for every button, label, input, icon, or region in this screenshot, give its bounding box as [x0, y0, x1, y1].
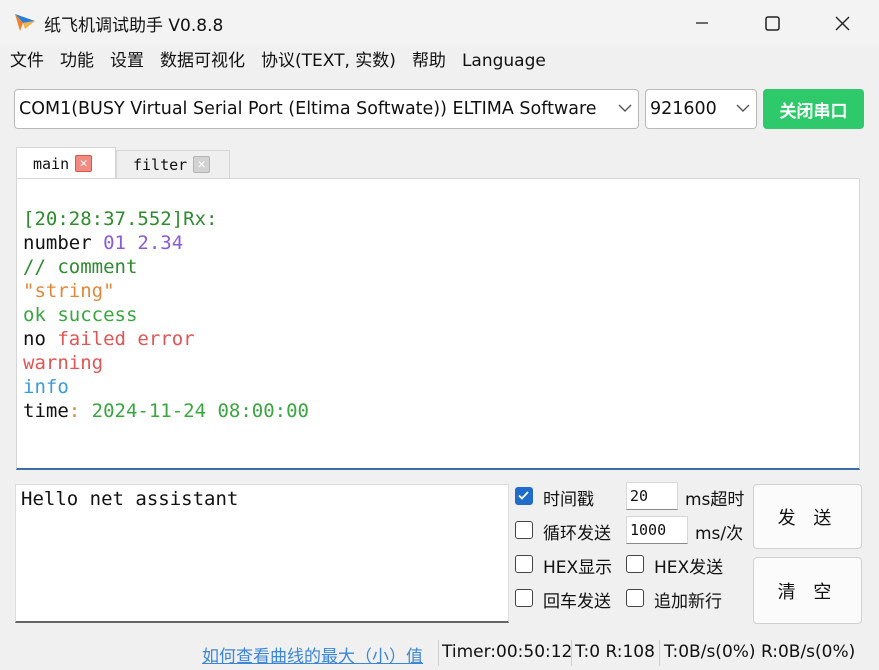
minimize-icon: [696, 22, 708, 24]
status-counts: T:0 R:108: [575, 642, 655, 662]
close-button[interactable]: [813, 0, 871, 46]
checkmark-icon: [518, 491, 529, 500]
baud-select-value: 921600: [650, 99, 717, 119]
output-segment: // comment: [23, 256, 138, 278]
append-newline-label: 追加新行: [654, 592, 722, 612]
loop-unit-label: ms/次: [695, 524, 744, 544]
maximize-icon: [764, 15, 780, 31]
hex-display-label: HEX显示: [543, 558, 613, 578]
output-line: warning: [23, 351, 859, 375]
output-line: no failed error: [23, 327, 859, 351]
loop-interval-input[interactable]: 1000: [626, 516, 688, 544]
loop-send-label: 循环发送: [543, 524, 611, 544]
output-segment: warning: [23, 352, 104, 374]
clear-button[interactable]: 清 空: [753, 557, 862, 624]
help-link[interactable]: 如何查看曲线的最大（小）值: [202, 642, 423, 667]
port-select-value: COM1(BUSY Virtual Serial Port (Eltima So…: [19, 99, 597, 119]
send-button[interactable]: 发 送: [753, 484, 862, 549]
chevron-down-icon: [736, 104, 750, 112]
menu-help[interactable]: 帮助: [404, 47, 454, 75]
output-segment: info: [23, 376, 69, 398]
menu-visualization[interactable]: 数据可视化: [152, 47, 253, 75]
paper-plane-icon: [15, 14, 35, 31]
loop-send-checkbox[interactable]: [515, 521, 533, 539]
timestamp-label: 时间戳: [543, 490, 594, 510]
output-line: "string": [23, 279, 859, 303]
status-timer: Timer:00:50:12: [442, 642, 573, 662]
output-segment: number: [23, 232, 104, 254]
timeout-input[interactable]: 20: [626, 482, 678, 510]
output-segment: [20:28:37.552]Rx:: [23, 208, 218, 230]
output-segment: ok success: [23, 304, 138, 326]
hex-send-checkbox[interactable]: [626, 555, 644, 573]
output-segment: 01 2.34: [103, 232, 184, 254]
menu-file[interactable]: 文件: [0, 47, 52, 75]
timeout-unit-label: ms超时: [685, 490, 745, 510]
window-title: 纸飞机调试助手 V0.8.8: [44, 16, 224, 36]
output-line: time: 2024-11-24 08:00:00: [23, 399, 859, 423]
output-line: [20:28:37.552]Rx:: [23, 207, 859, 231]
output-segment: time: [23, 400, 69, 422]
status-rates: T:0B/s(0%) R:0B/s(0%): [664, 642, 856, 662]
enter-send-checkbox[interactable]: [515, 589, 533, 607]
menu-protocol[interactable]: 协议(TEXT, 实数): [253, 47, 404, 75]
close-icon: [835, 16, 849, 30]
menu-bar: 文件 功能 设置 数据可视化 协议(TEXT, 实数) 帮助 Language: [0, 46, 554, 76]
output-segment: no: [23, 328, 58, 350]
chevron-down-icon: [618, 104, 632, 112]
output-line: ok success: [23, 303, 859, 327]
output-segment: :: [68, 400, 92, 422]
output-segment: 2024-11-24 08:00:00: [91, 400, 309, 422]
tab-filter-label: filter: [133, 155, 188, 174]
tab-main[interactable]: main ✕: [16, 147, 116, 179]
output-line: // comment: [23, 255, 859, 279]
tab-main-close-icon[interactable]: ✕: [75, 155, 93, 172]
close-port-button[interactable]: 关闭串口: [763, 89, 864, 129]
output-line: number 01 2.34: [23, 231, 859, 255]
tab-filter-close-icon[interactable]: ✕: [193, 156, 211, 173]
menu-function[interactable]: 功能: [52, 47, 102, 75]
maximize-button[interactable]: [743, 0, 801, 46]
send-input[interactable]: Hello net assistant: [15, 484, 509, 623]
output-segment: "string": [23, 280, 115, 302]
timestamp-checkbox[interactable]: [515, 487, 533, 505]
status-divider: [571, 640, 572, 666]
append-newline-checkbox[interactable]: [626, 589, 644, 607]
title-bar: 纸飞机调试助手 V0.8.8: [0, 0, 879, 46]
receive-output[interactable]: [20:28:37.552]Rx: number 01 2.34// commen…: [16, 178, 860, 470]
port-select[interactable]: COM1(BUSY Virtual Serial Port (Eltima So…: [14, 89, 639, 129]
status-divider: [438, 640, 439, 666]
hex-display-checkbox[interactable]: [515, 555, 533, 573]
output-segment: failed error: [57, 328, 195, 350]
tab-filter[interactable]: filter ✕: [116, 150, 230, 178]
baud-select[interactable]: 921600: [645, 89, 757, 129]
tab-main-label: main: [33, 154, 70, 173]
menu-settings[interactable]: 设置: [102, 47, 152, 75]
output-line: info: [23, 375, 859, 399]
menu-language[interactable]: Language: [454, 47, 554, 75]
status-divider: [659, 640, 660, 666]
minimize-button[interactable]: [673, 0, 731, 46]
enter-send-label: 回车发送: [543, 592, 611, 612]
hex-send-label: HEX发送: [654, 558, 724, 578]
